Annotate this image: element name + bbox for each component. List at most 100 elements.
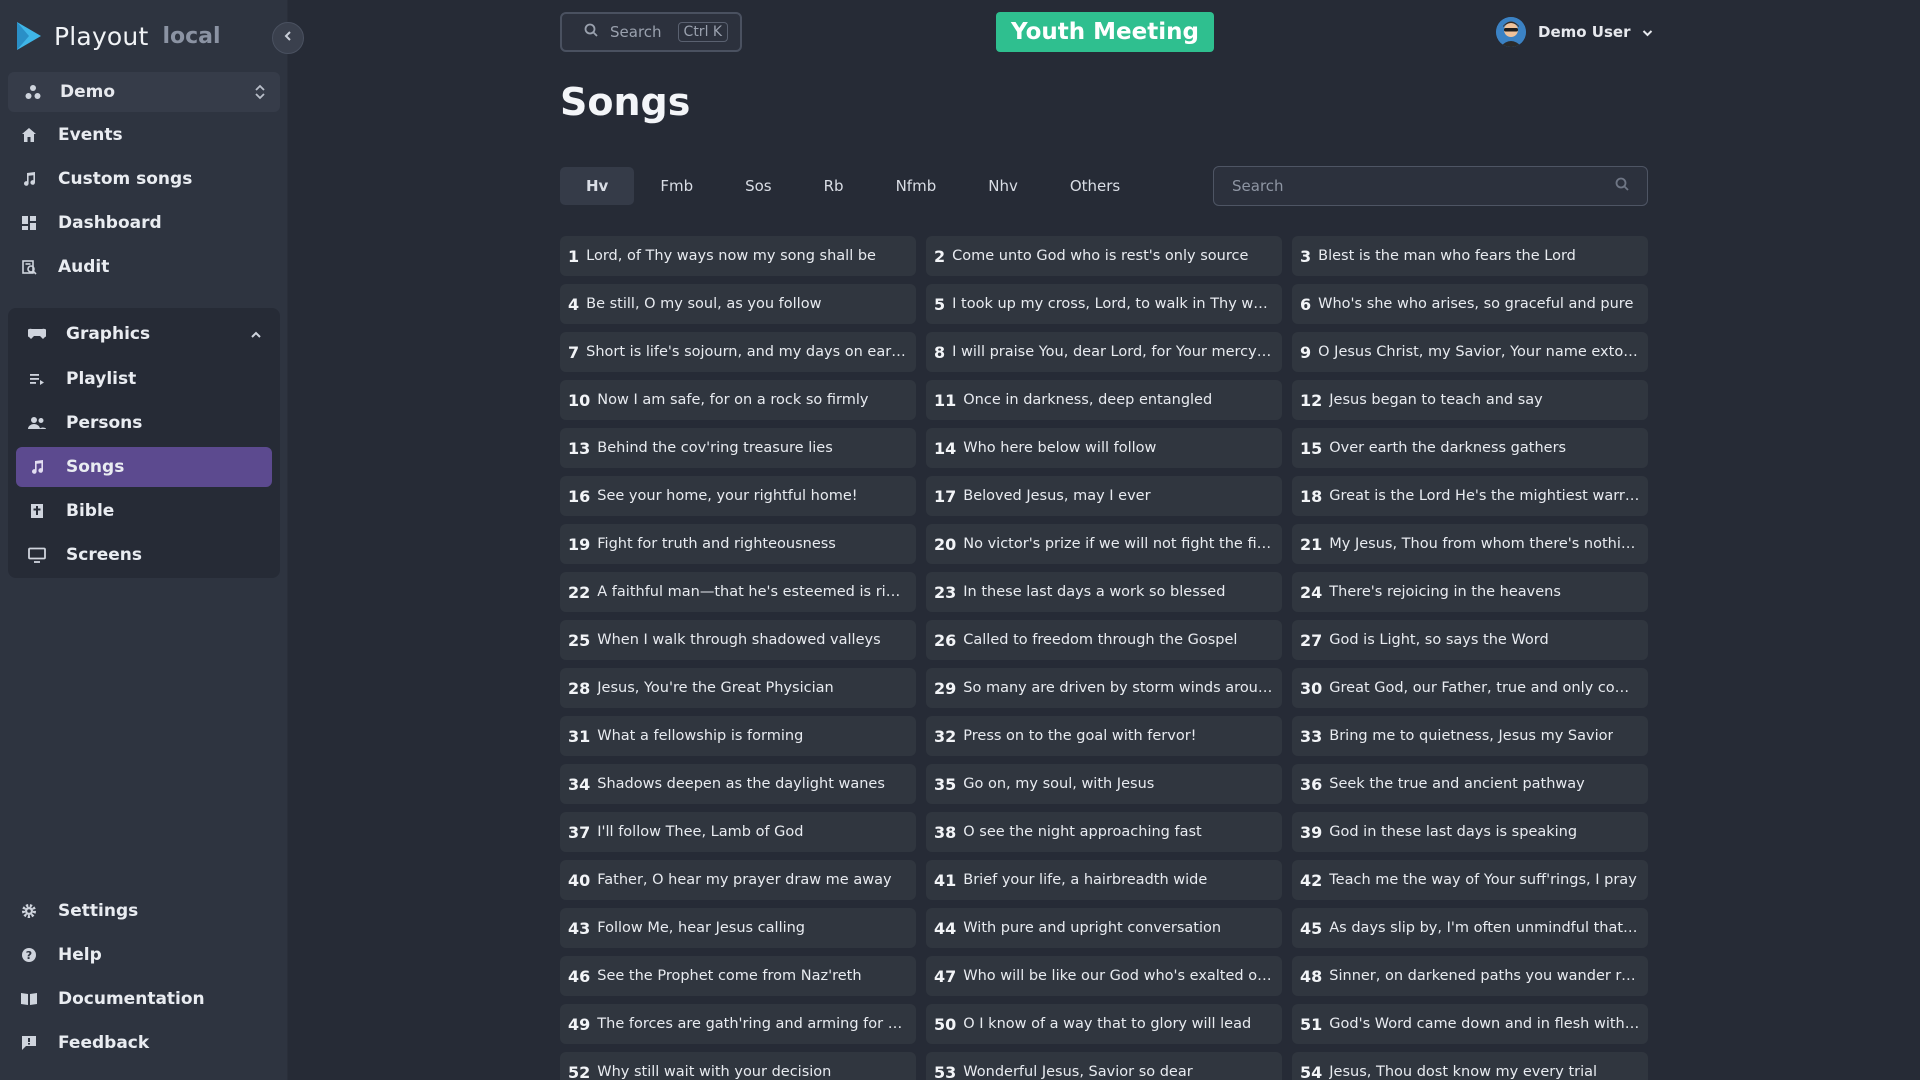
song-item[interactable]: 50 O I know of a way that to glory will l… bbox=[926, 1004, 1282, 1044]
song-item[interactable]: 7 Short is life's sojourn, and my days on… bbox=[560, 332, 916, 372]
song-item[interactable]: 26 Called to freedom through the Gospel bbox=[926, 620, 1282, 660]
song-title: God in these last days is speaking bbox=[1329, 824, 1578, 840]
song-title: As days slip by, I'm often unmindful tha… bbox=[1329, 920, 1640, 936]
song-item[interactable]: 52 Why still wait with your decision bbox=[560, 1052, 916, 1080]
sidebar-item-songs[interactable]: Songs bbox=[16, 447, 272, 487]
song-item[interactable]: 40 Father, O hear my prayer draw me away bbox=[560, 860, 916, 900]
sidebar-item-screens[interactable]: Screens bbox=[16, 535, 272, 575]
song-item[interactable]: 14 Who here below will follow bbox=[926, 428, 1282, 468]
song-item[interactable]: 18 Great is the Lord He's the mightiest w… bbox=[1292, 476, 1648, 516]
tab-sos[interactable]: Sos bbox=[719, 167, 798, 205]
tab-fmb[interactable]: Fmb bbox=[634, 167, 719, 205]
song-item[interactable]: 37 I'll follow Thee, Lamb of God bbox=[560, 812, 916, 852]
tab-hv[interactable]: Hv bbox=[560, 167, 635, 205]
collapse-sidebar-button[interactable] bbox=[272, 22, 304, 54]
song-item[interactable]: 30 Great God, our Father, true and only c… bbox=[1292, 668, 1648, 708]
sidebar-item-help[interactable]: ? Help bbox=[8, 935, 280, 975]
tab-rb[interactable]: Rb bbox=[798, 167, 870, 205]
song-item[interactable]: 48 Sinner, on darkened paths you wander r… bbox=[1292, 956, 1648, 996]
sidebar-item-persons[interactable]: Persons bbox=[16, 403, 272, 443]
song-item[interactable]: 45 As days slip by, I'm often unmindful t… bbox=[1292, 908, 1648, 948]
current-event-badge[interactable]: Youth Meeting bbox=[996, 12, 1214, 52]
song-item[interactable]: 29 So many are driven by storm winds arou… bbox=[926, 668, 1282, 708]
sidebar-item-label: Settings bbox=[58, 901, 139, 921]
song-item[interactable]: 28 Jesus, You're the Great Physician bbox=[560, 668, 916, 708]
song-item[interactable]: 2 Come unto God who is rest's only source bbox=[926, 236, 1282, 276]
sidebar-item-documentation[interactable]: Documentation bbox=[8, 979, 280, 1019]
song-item[interactable]: 11 Once in darkness, deep entangled bbox=[926, 380, 1282, 420]
song-item[interactable]: 47 Who will be like our God who's exalted… bbox=[926, 956, 1282, 996]
song-item[interactable]: 6 Who's she who arises, so graceful and p… bbox=[1292, 284, 1648, 324]
tab-nfmb[interactable]: Nfmb bbox=[870, 167, 963, 205]
song-item[interactable]: 42 Teach me the way of Your suff'rings, I… bbox=[1292, 860, 1648, 900]
global-search-button[interactable]: Search Ctrl K bbox=[560, 12, 742, 52]
song-title: When I walk through shadowed valleys bbox=[597, 632, 881, 648]
song-item[interactable]: 41 Brief your life, a hairbreadth wide bbox=[926, 860, 1282, 900]
song-title: No victor's prize if we will not fight t… bbox=[963, 536, 1274, 552]
chevron-left-icon bbox=[284, 30, 292, 46]
song-title: Father, O hear my prayer draw me away bbox=[597, 872, 892, 888]
song-item[interactable]: 22 A faithful man—that he's esteemed is r… bbox=[560, 572, 916, 612]
song-item[interactable]: 36 Seek the true and ancient pathway bbox=[1292, 764, 1648, 804]
song-item[interactable]: 31 What a fellowship is forming bbox=[560, 716, 916, 756]
song-item[interactable]: 10 Now I am safe, for on a rock so firmly bbox=[560, 380, 916, 420]
songbook-tabs: Hv Fmb Sos Rb Nfmb Nhv Others bbox=[560, 164, 1208, 208]
song-item[interactable]: 53 Wonderful Jesus, Savior so dear bbox=[926, 1052, 1282, 1080]
song-item[interactable]: 5 I took up my cross, Lord, to walk in Th… bbox=[926, 284, 1282, 324]
sidebar-item-playlist[interactable]: Playlist bbox=[16, 359, 272, 399]
song-number: 8 bbox=[934, 342, 946, 362]
song-item[interactable]: 46 See the Prophet come from Naz'reth bbox=[560, 956, 916, 996]
song-item[interactable]: 16 See your home, your rightful home! bbox=[560, 476, 916, 516]
graphics-group-toggle[interactable]: Graphics bbox=[8, 314, 280, 354]
song-item[interactable]: 39 God in these last days is speaking bbox=[1292, 812, 1648, 852]
song-item[interactable]: 51 God's Word came down and in flesh with… bbox=[1292, 1004, 1648, 1044]
song-title: With pure and upright conversation bbox=[963, 920, 1222, 936]
song-item[interactable]: 4 Be still, O my soul, as you follow bbox=[560, 284, 916, 324]
sidebar-item-bible[interactable]: Bible bbox=[16, 491, 272, 531]
sidebar-item-feedback[interactable]: Feedback bbox=[8, 1023, 280, 1063]
tab-others[interactable]: Others bbox=[1044, 167, 1146, 205]
song-number: 44 bbox=[934, 918, 957, 938]
song-search-input[interactable]: Search bbox=[1213, 166, 1648, 206]
song-title: O see the night approaching fast bbox=[963, 824, 1202, 840]
song-item[interactable]: 35 Go on, my soul, with Jesus bbox=[926, 764, 1282, 804]
song-item[interactable]: 17 Beloved Jesus, may I ever bbox=[926, 476, 1282, 516]
sidebar-item-settings[interactable]: Settings bbox=[8, 891, 280, 931]
song-item[interactable]: 21 My Jesus, Thou from whom there's nothi… bbox=[1292, 524, 1648, 564]
sidebar-item-custom-songs[interactable]: Custom songs bbox=[8, 159, 280, 199]
song-title: Now I am safe, for on a rock so firmly bbox=[597, 392, 869, 408]
song-item[interactable]: 1 Lord, of Thy ways now my song shall be bbox=[560, 236, 916, 276]
tab-nhv[interactable]: Nhv bbox=[962, 167, 1044, 205]
song-item[interactable]: 19 Fight for truth and righteousness bbox=[560, 524, 916, 564]
song-item[interactable]: 49 The forces are gath'ring and arming fo… bbox=[560, 1004, 916, 1044]
song-item[interactable]: 34 Shadows deepen as the daylight wanes bbox=[560, 764, 916, 804]
song-number: 39 bbox=[1300, 822, 1323, 842]
song-item[interactable]: 20 No victor's prize if we will not fight… bbox=[926, 524, 1282, 564]
song-search-placeholder: Search bbox=[1232, 177, 1284, 195]
sidebar-item-dashboard[interactable]: Dashboard bbox=[8, 203, 280, 243]
sidebar-item-audit[interactable]: Audit bbox=[8, 247, 280, 287]
song-item[interactable]: 25 When I walk through shadowed valleys bbox=[560, 620, 916, 660]
song-item[interactable]: 8 I will praise You, dear Lord, for Your … bbox=[926, 332, 1282, 372]
user-menu[interactable]: Demo User bbox=[1496, 14, 1653, 50]
song-item[interactable]: 24 There's rejoicing in the heavens bbox=[1292, 572, 1648, 612]
song-item[interactable]: 27 God is Light, so says the Word bbox=[1292, 620, 1648, 660]
brand[interactable]: Playout local bbox=[14, 18, 221, 54]
song-item[interactable]: 54 Jesus, Thou dost know my every trial bbox=[1292, 1052, 1648, 1080]
organization-select[interactable]: Demo bbox=[8, 72, 280, 112]
song-item[interactable]: 15 Over earth the darkness gathers bbox=[1292, 428, 1648, 468]
song-item[interactable]: 12 Jesus began to teach and say bbox=[1292, 380, 1648, 420]
song-item[interactable]: 43 Follow Me, hear Jesus calling bbox=[560, 908, 916, 948]
song-item[interactable]: 33 Bring me to quietness, Jesus my Savior bbox=[1292, 716, 1648, 756]
song-item[interactable]: 9 O Jesus Christ, my Savior, Your name ex… bbox=[1292, 332, 1648, 372]
song-item[interactable]: 38 O see the night approaching fast bbox=[926, 812, 1282, 852]
song-item[interactable]: 23 In these last days a work so blessed bbox=[926, 572, 1282, 612]
song-item[interactable]: 13 Behind the cov'ring treasure lies bbox=[560, 428, 916, 468]
song-item[interactable]: 44 With pure and upright conversation bbox=[926, 908, 1282, 948]
song-item[interactable]: 3 Blest is the man who fears the Lord bbox=[1292, 236, 1648, 276]
song-number: 37 bbox=[568, 822, 591, 842]
song-title: Beloved Jesus, may I ever bbox=[963, 488, 1151, 504]
sidebar-item-events[interactable]: Events bbox=[8, 115, 280, 155]
song-number: 11 bbox=[934, 390, 957, 410]
song-item[interactable]: 32 Press on to the goal with fervor! bbox=[926, 716, 1282, 756]
